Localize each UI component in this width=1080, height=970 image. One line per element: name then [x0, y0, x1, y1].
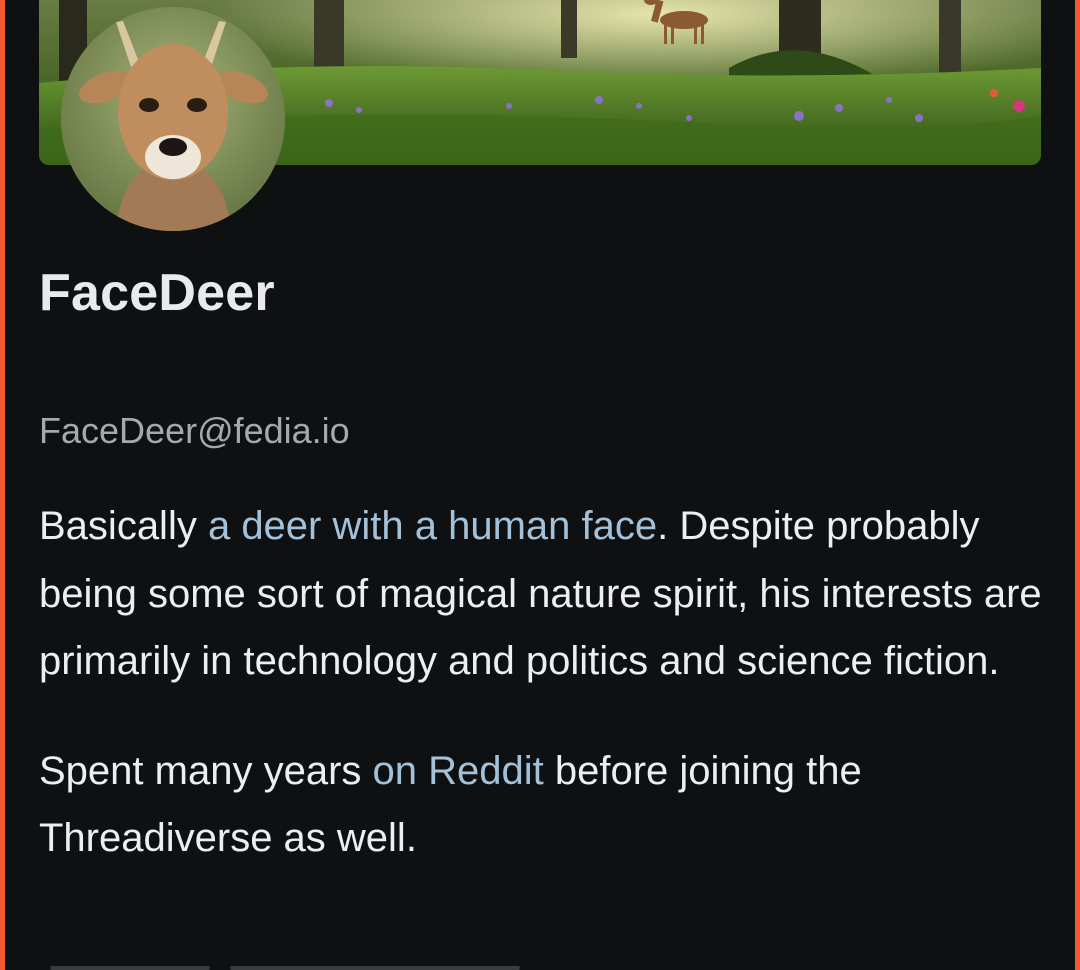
scroll-edge-element	[50, 966, 210, 970]
bio-link-deer-face[interactable]: a deer with a human face	[208, 504, 657, 548]
bio-paragraph-1: Basically a deer with a human face. Desp…	[39, 493, 1049, 696]
profile-handle: FaceDeer@fedia.io	[39, 410, 350, 451]
profile-avatar[interactable]	[61, 7, 285, 231]
bio-paragraph-2: Spent many years on Reddit before joinin…	[39, 738, 1049, 873]
bio-text: Spent many years	[39, 748, 373, 793]
scroll-edge-element	[230, 966, 520, 970]
bio-text: Basically	[39, 504, 208, 548]
profile-display-name: FaceDeer	[39, 264, 275, 322]
deer-avatar-image	[61, 7, 285, 231]
frame-border-right	[1075, 0, 1080, 970]
bio-link-reddit[interactable]: on Reddit	[373, 749, 544, 793]
frame-border-left	[0, 0, 5, 970]
profile-bio: Basically a deer with a human face. Desp…	[39, 493, 1049, 873]
